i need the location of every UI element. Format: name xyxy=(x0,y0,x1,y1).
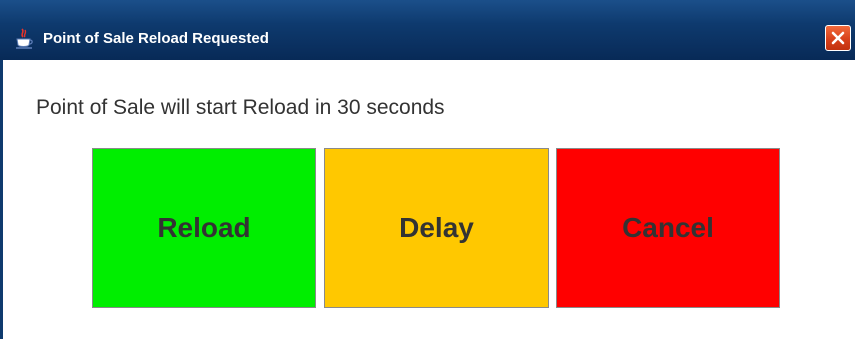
cancel-button-label: Cancel xyxy=(622,212,714,243)
title-bar[interactable]: Point of Sale Reload Requested xyxy=(0,0,855,60)
window-border xyxy=(0,60,3,339)
reload-button[interactable]: Reload xyxy=(92,148,316,308)
delay-button[interactable]: Delay xyxy=(324,148,549,308)
window-title: Point of Sale Reload Requested xyxy=(43,30,269,47)
cancel-button[interactable]: Cancel xyxy=(556,148,780,308)
reload-button-label: Reload xyxy=(157,212,251,243)
java-cup-icon xyxy=(14,28,34,50)
close-icon xyxy=(831,31,845,45)
delay-button-label: Delay xyxy=(399,212,474,243)
reload-dialog: Point of Sale Reload Requested Point of … xyxy=(0,0,855,339)
reload-message: Point of Sale will start Reload in 30 se… xyxy=(36,96,445,119)
close-button[interactable] xyxy=(825,25,851,51)
